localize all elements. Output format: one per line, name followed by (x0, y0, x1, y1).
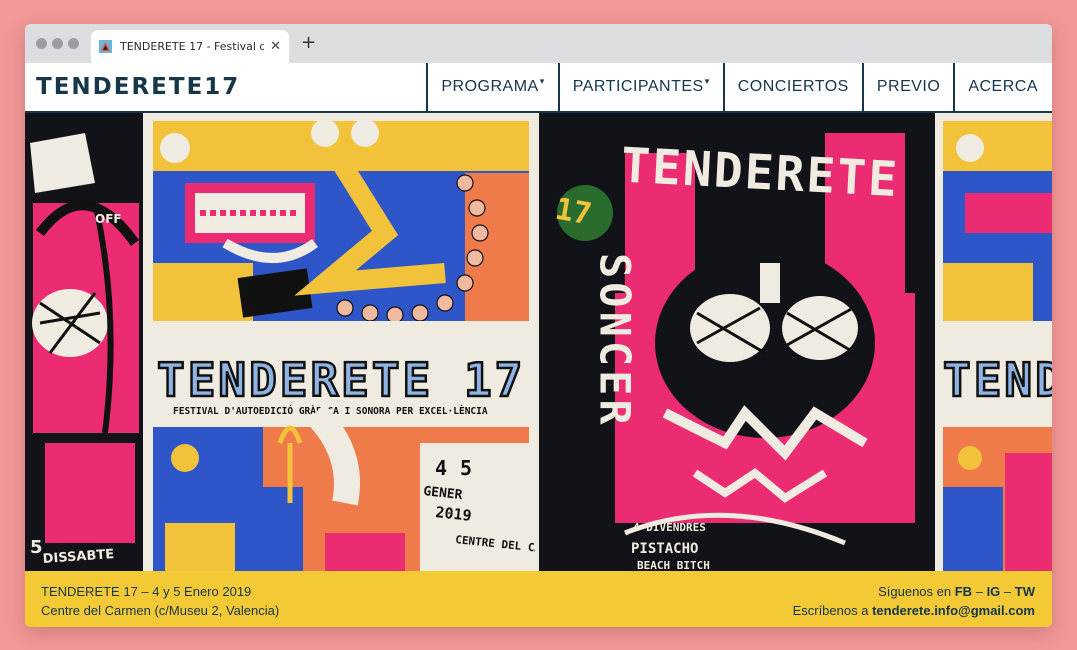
poster-date-day2: 5 (460, 456, 472, 480)
nav-participantes[interactable]: PARTICIPANTES ▾ (557, 63, 723, 111)
browser-window: TENDERETE 17 - Festival de au ✕ + TENDER… (25, 24, 1052, 627)
minimize-window-dot[interactable] (52, 38, 63, 49)
footer-contact: Síguenos en FB – IG – TW Escríbenos a te… (793, 582, 1035, 620)
poster-concerts: 17 TENDERETE SONCER 4 DIVENDRES PISTACHO… (539, 113, 939, 571)
email-link[interactable]: tenderete.info@gmail.com (872, 603, 1035, 618)
browser-tab[interactable]: TENDERETE 17 - Festival de au ✕ (91, 30, 289, 63)
close-tab-icon[interactable]: ✕ (270, 39, 281, 54)
poster-artwork: OFF DISSABTE 5 TENDERETE 17 FESTIVAL D'A… (25, 113, 1052, 571)
footer-event-dates: TENDERETE 17 – 4 y 5 Enero 2019 (41, 584, 252, 599)
off-label: OFF (95, 212, 122, 226)
browser-chrome: TENDERETE 17 - Festival de au ✕ + (25, 24, 1052, 63)
nav-conciertos[interactable]: CONCIERTOS (722, 63, 862, 111)
site-logo[interactable]: TENDERETE17 (36, 74, 240, 100)
chevron-down-icon: ▾ (704, 75, 710, 86)
nav-acerca-label: ACERCA (968, 78, 1038, 95)
poster-day-label: 4 DIVENDRES (633, 521, 706, 534)
site-header: TENDERETE17 PROGRAMA ▾ PARTICIPANTES ▾ CON… (25, 63, 1052, 113)
footer-social: Síguenos en FB – IG – TW (793, 582, 1035, 601)
instagram-link[interactable]: IG (987, 584, 1001, 599)
nav-previo-label: PREVIO (876, 78, 941, 95)
footer-email-line: Escríbenos a tenderete.info@gmail.com (793, 601, 1035, 620)
facebook-link[interactable]: FB (955, 584, 972, 599)
poster-year: 2019 (435, 503, 473, 525)
footer-sep-1: – (975, 584, 983, 599)
poster-concerts-number: 17 (552, 192, 594, 233)
poster-left-strip: OFF DISSABTE 5 (25, 113, 149, 571)
twitter-link[interactable]: TW (1015, 584, 1035, 599)
footer-event-venue: Centre del Carmen (c/Museu 2, Valencia) (41, 603, 280, 618)
footer-sep-2: – (1003, 584, 1012, 599)
poster-band-2: BEACH BITCH (637, 559, 710, 571)
nav-conciertos-label: CONCIERTOS (737, 78, 849, 95)
nav-programa[interactable]: PROGRAMA ▾ (426, 63, 557, 111)
nav-acerca[interactable]: ACERCA (953, 63, 1052, 111)
close-window-dot[interactable] (36, 38, 47, 49)
tab-title: TENDERETE 17 - Festival de au (120, 40, 265, 53)
poster-band-1: PISTACHO (631, 541, 698, 557)
five-label-left: 5 (30, 537, 43, 558)
poster-right-strip: TENDERETE 17 (939, 113, 1052, 571)
nav-programa-label: PROGRAMA (441, 78, 539, 95)
main-nav: PROGRAMA ▾ PARTICIPANTES ▾ CONCIERTOS PREV… (426, 63, 1052, 111)
poster-right-title: TENDERETE 17 (943, 353, 1052, 407)
footer-write-prefix: Escríbenos a (792, 603, 869, 618)
hero-poster-strip: OFF DISSABTE 5 TENDERETE 17 FESTIVAL D'A… (25, 113, 1052, 571)
site-footer: TENDERETE 17 – 4 y 5 Enero 2019 Centre d… (25, 571, 1052, 627)
nav-participantes-label: PARTICIPANTES (572, 78, 704, 95)
poster-festival-title: TENDERETE 17 (157, 353, 525, 407)
poster-festival: TENDERETE 17 FESTIVAL D'AUTOEDICIÓ GRÀFI… (149, 113, 542, 571)
footer-event-info: TENDERETE 17 – 4 y 5 Enero 2019 Centre d… (41, 582, 279, 620)
footer-follow-prefix: Síguenos en (878, 584, 952, 599)
maximize-window-dot[interactable] (68, 38, 79, 49)
nav-previo[interactable]: PREVIO (861, 63, 953, 111)
chevron-down-icon: ▾ (539, 75, 545, 86)
new-tab-button[interactable]: + (301, 32, 316, 53)
poster-concerts-vertical: SONCER (591, 253, 640, 429)
site-favicon-icon (99, 40, 112, 53)
poster-date-day1: 4 (435, 456, 447, 480)
